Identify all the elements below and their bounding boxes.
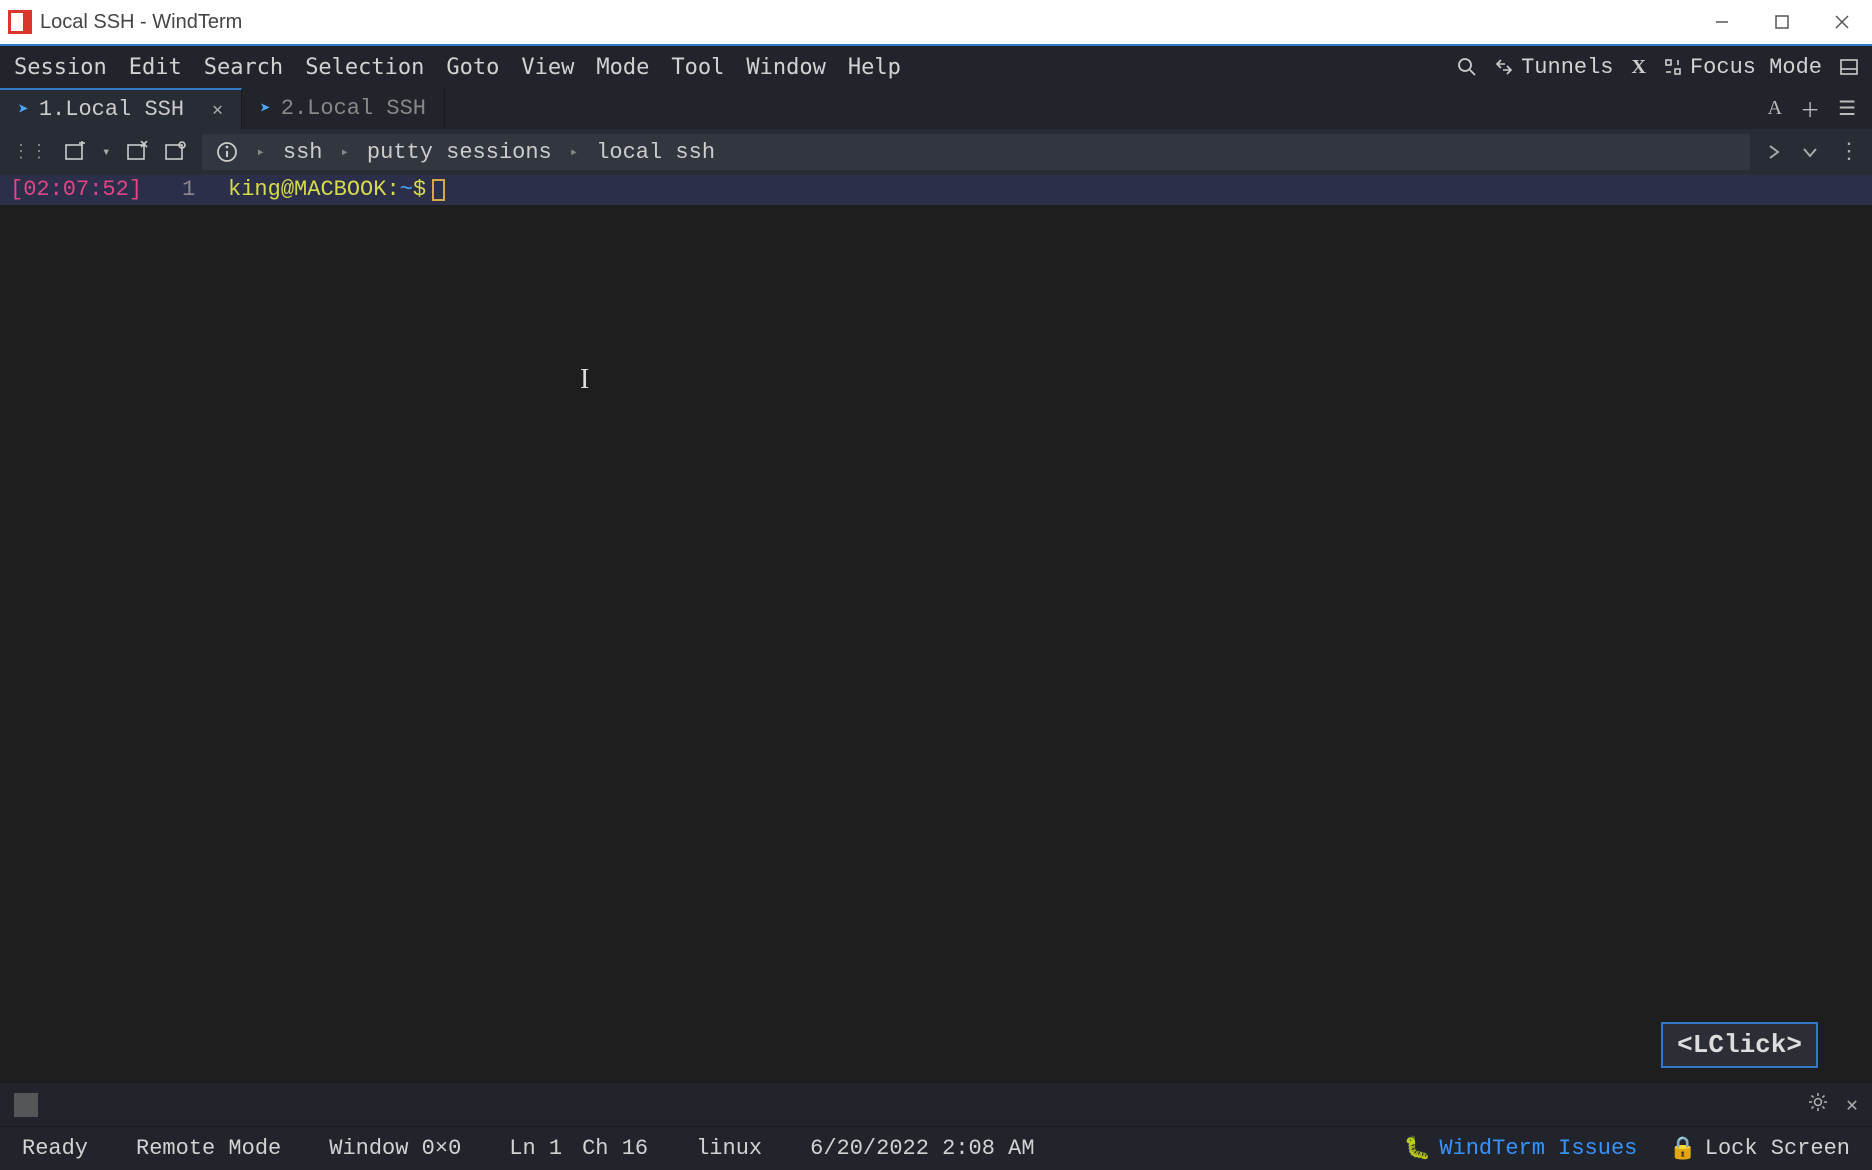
tunnels-button[interactable]: Tunnels — [1495, 55, 1613, 80]
terminal-cursor — [432, 179, 445, 201]
close-window-icon[interactable] — [126, 141, 148, 163]
worm-icon: 🐛 — [1404, 1136, 1431, 1162]
breadcrumb-sep-icon: ▸ — [570, 144, 578, 161]
prompt-user-host: king@MACBOOK — [204, 175, 386, 205]
status-remote-mode[interactable]: Remote Mode — [136, 1136, 281, 1161]
close-button[interactable] — [1812, 0, 1872, 44]
terminal[interactable]: [02:07:52] 1 king@MACBOOK:~$ I <LClick> — [0, 175, 1872, 1082]
next-button[interactable] — [1766, 144, 1782, 160]
lclick-overlay: <LClick> — [1661, 1022, 1818, 1068]
statusbar-right: 🐛 WindTerm Issues 🔒 Lock Screen — [1404, 1136, 1850, 1162]
x-icon[interactable]: X — [1632, 56, 1646, 79]
bottombar: ✕ — [0, 1082, 1872, 1126]
menu-search[interactable]: Search — [204, 55, 283, 80]
tab-1-local-ssh[interactable]: ➤ 1.Local SSH ✕ — [0, 88, 242, 129]
tab-menu-button[interactable]: ☰ — [1838, 96, 1856, 122]
breadcrumb-sep-icon: ▸ — [256, 144, 264, 161]
statusbar-left: Ready Remote Mode Window 0×0 Ln 1 Ch 16 … — [22, 1136, 1035, 1161]
status-char[interactable]: Ch 16 — [582, 1136, 648, 1161]
breadcrumb-ssh[interactable]: ssh — [283, 140, 323, 165]
line-number: 1 — [142, 175, 204, 205]
status-window-size: Window 0×0 — [329, 1136, 461, 1161]
more-icon[interactable]: ⋮ — [1838, 139, 1860, 165]
menu-mode[interactable]: Mode — [596, 55, 649, 80]
focus-mode-button[interactable]: Focus Mode — [1664, 55, 1822, 80]
maximize-button[interactable] — [1752, 0, 1812, 44]
lock-icon: 🔒 — [1669, 1136, 1696, 1162]
terminal-line: [02:07:52] 1 king@MACBOOK:~$ — [0, 175, 1872, 205]
font-size-button[interactable]: A — [1768, 97, 1782, 120]
menubar-left: Session Edit Search Selection Goto View … — [0, 55, 901, 80]
tab-label: 2.Local SSH — [281, 96, 426, 121]
bottombar-right: ✕ — [1808, 1092, 1858, 1118]
window-controls — [1692, 0, 1872, 44]
close-panel-icon[interactable]: ✕ — [1846, 1092, 1858, 1118]
breadcrumb-putty-sessions[interactable]: putty sessions — [367, 140, 552, 165]
timestamp: [02:07:52] — [0, 175, 142, 205]
statusbar: Ready Remote Mode Window 0×0 Ln 1 Ch 16 … — [0, 1126, 1872, 1170]
lock-screen-button[interactable]: 🔒 Lock Screen — [1669, 1136, 1850, 1162]
menu-goto[interactable]: Goto — [446, 55, 499, 80]
menu-session[interactable]: Session — [14, 55, 107, 80]
menu-window[interactable]: Window — [746, 55, 825, 80]
dropdown-icon[interactable]: ▾ — [102, 144, 110, 161]
window-title: Local SSH - WindTerm — [40, 11, 242, 34]
focus-mode-label: Focus Mode — [1690, 55, 1822, 80]
pathbar: ⋮⋮ ▾ ▸ ssh ▸ putty sessions ▸ local ssh … — [0, 129, 1872, 175]
status-ready: Ready — [22, 1136, 88, 1161]
close-tab-icon[interactable]: ✕ — [212, 99, 223, 121]
issues-label: WindTerm Issues — [1439, 1136, 1637, 1161]
prompt-path: ~ — [400, 175, 413, 205]
settings-gear-icon[interactable] — [1808, 1092, 1828, 1118]
titlebar-left: Local SSH - WindTerm — [8, 10, 242, 34]
panel-icon[interactable] — [1840, 58, 1858, 76]
arrow-icon: ➤ — [18, 99, 29, 121]
search-icon[interactable] — [1457, 57, 1477, 77]
arrow-icon: ➤ — [260, 98, 271, 120]
bottombar-left — [14, 1093, 38, 1117]
menubar-right: Tunnels X Focus Mode — [1457, 55, 1872, 80]
status-datetime: 6/20/2022 2:08 AM — [810, 1136, 1034, 1161]
tab-2-local-ssh[interactable]: ➤ 2.Local SSH — [242, 88, 445, 129]
new-window-icon[interactable] — [64, 141, 86, 163]
chevron-down-icon[interactable] — [1802, 144, 1818, 160]
minimize-button[interactable] — [1692, 0, 1752, 44]
tabs-right: A ＋ ☰ — [1768, 88, 1872, 129]
breadcrumb[interactable]: ▸ ssh ▸ putty sessions ▸ local ssh — [202, 134, 1750, 170]
pathbar-right: ⋮ — [1766, 139, 1860, 165]
grip-icon[interactable]: ⋮⋮ — [12, 141, 48, 163]
add-tab-button[interactable]: ＋ — [1800, 94, 1820, 124]
menubar: Session Edit Search Selection Goto View … — [0, 44, 1872, 88]
menu-view[interactable]: View — [521, 55, 574, 80]
prompt-sep: : — [386, 175, 399, 205]
status-os: linux — [696, 1136, 762, 1161]
menu-tool[interactable]: Tool — [671, 55, 724, 80]
breadcrumb-sep-icon: ▸ — [340, 144, 348, 161]
titlebar: Local SSH - WindTerm — [0, 0, 1872, 44]
tabbar: ➤ 1.Local SSH ✕ ➤ 2.Local SSH A ＋ ☰ — [0, 88, 1872, 129]
tab-label: 1.Local SSH — [39, 97, 184, 122]
lock-label: Lock Screen — [1705, 1136, 1850, 1161]
breadcrumb-local-ssh[interactable]: local ssh — [596, 140, 715, 165]
status-line[interactable]: Ln 1 — [509, 1136, 562, 1161]
info-icon[interactable] — [216, 141, 238, 163]
app-icon — [8, 10, 32, 34]
menu-edit[interactable]: Edit — [129, 55, 182, 80]
prompt-symbol: $ — [413, 175, 426, 205]
duplicate-window-icon[interactable] — [164, 141, 186, 163]
menu-help[interactable]: Help — [848, 55, 901, 80]
text-cursor-icon: I — [580, 365, 589, 395]
tunnels-label: Tunnels — [1521, 55, 1613, 80]
windterm-issues-link[interactable]: 🐛 WindTerm Issues — [1404, 1136, 1637, 1162]
app-icon-small[interactable] — [14, 1093, 38, 1117]
tabs: ➤ 1.Local SSH ✕ ➤ 2.Local SSH — [0, 88, 445, 129]
menu-selection[interactable]: Selection — [305, 55, 424, 80]
